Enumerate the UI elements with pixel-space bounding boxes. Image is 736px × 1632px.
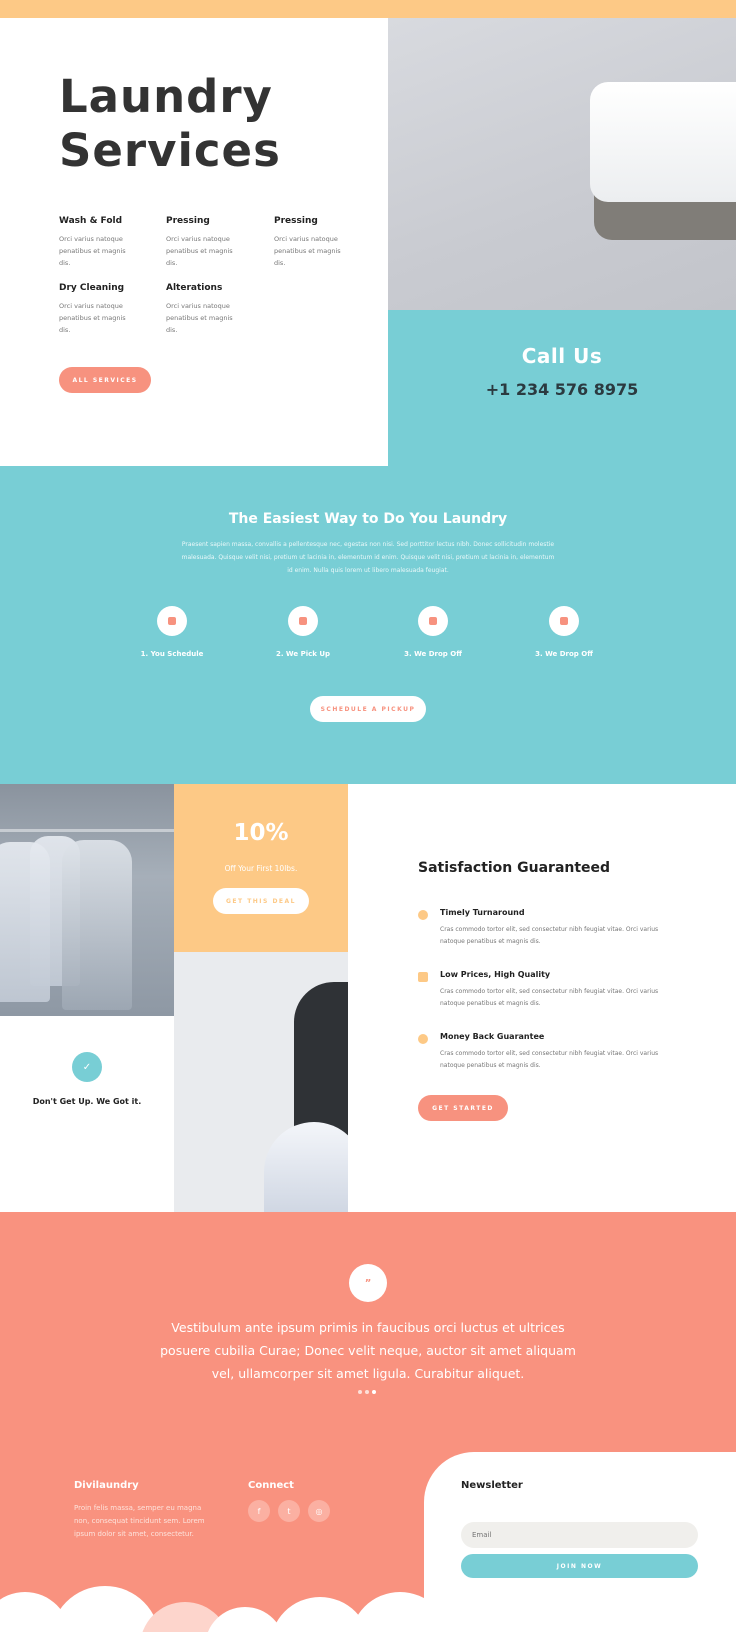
service-item: Dry Cleaning Orci varius natoque penatib… (59, 283, 139, 336)
hero-title-line-2: Services (59, 124, 281, 177)
clothes-rail (0, 829, 174, 832)
service-title: Pressing (166, 216, 210, 226)
garment-bag-image (174, 952, 348, 1212)
service-title: Alterations (166, 283, 223, 293)
service-desc: Orci varius natoque penatibus et magnis … (59, 235, 126, 267)
feature-desc: Cras commodo tortor elit, sed consectetu… (440, 988, 659, 1007)
how-it-works-title: The Easiest Way to Do You Laundry (228, 511, 508, 527)
call-us-title: Call Us (521, 344, 603, 368)
instagram-icon[interactable]: ◎ (308, 1500, 330, 1522)
feature-title: Money Back Guarantee (440, 1032, 545, 1041)
step-label: 1. You Schedule (140, 650, 204, 658)
call-us-panel: Call Us +1 234 576 8975 (388, 310, 736, 466)
twitter-icon[interactable]: t (278, 1500, 300, 1522)
towel-white (590, 82, 736, 202)
check-circle-icon (418, 1034, 428, 1044)
hero-section: Laundry Services Wash & Fold Orci varius… (0, 18, 388, 466)
hanging-clothes-image (0, 784, 174, 1016)
testimonial-section: ” Vestibulum ante ipsum primis in faucib… (0, 1212, 736, 1452)
footer-brand: Divilaundry (74, 1480, 139, 1491)
service-item: Wash & Fold Orci varius natoque penatibu… (59, 216, 139, 269)
get-deal-button[interactable]: GET THIS DEAL (213, 888, 309, 914)
testimonial-text: Vestibulum ante ipsum primis in faucibus… (160, 1320, 576, 1381)
basket-icon (288, 606, 318, 636)
deal-percent: 10% (233, 820, 289, 846)
step-label: 3. We Drop Off (404, 650, 462, 658)
feature-title: Timely Turnaround (440, 908, 525, 917)
how-it-works-section: The Easiest Way to Do You Laundry Praese… (0, 466, 736, 784)
service-desc: Orci varius natoque penatibus et magnis … (166, 302, 233, 334)
newsletter-panel: Newsletter JOIN NOW (424, 1452, 736, 1632)
cloud-decoration (50, 1586, 160, 1632)
deal-panel: 10% Off Your First 10lbs. GET THIS DEAL (174, 784, 348, 952)
hero-title: Laundry Services (59, 70, 281, 178)
email-field[interactable] (461, 1522, 698, 1548)
white-garment (264, 1122, 348, 1212)
step-label: 3. We Drop Off (535, 650, 593, 658)
quote-icon: ” (349, 1264, 387, 1302)
top-accent-bar (0, 0, 736, 18)
slider-dots (358, 1390, 376, 1394)
footer: Divilaundry Proin felis massa, semper eu… (0, 1452, 736, 1632)
all-services-button[interactable]: ALL SERVICES (59, 367, 151, 393)
satisfaction-title: Satisfaction Guaranteed (418, 860, 611, 876)
bag-icon (549, 606, 579, 636)
footer-desc: Proin felis massa, semper eu magna non, … (74, 1504, 205, 1538)
service-title: Dry Cleaning (59, 283, 125, 293)
service-title: Pressing (274, 216, 318, 226)
service-item: Alterations Orci varius natoque penatibu… (166, 283, 246, 336)
service-item: Pressing Orci varius natoque penatibus e… (274, 216, 354, 269)
newsletter-title: Newsletter (461, 1480, 523, 1491)
get-started-button[interactable]: GET STARTED (418, 1095, 508, 1121)
hero-title-line-1: Laundry (59, 70, 273, 123)
step-label: 2. We Pick Up (275, 650, 331, 658)
service-desc: Orci varius natoque penatibus et magnis … (274, 235, 341, 267)
garment-bag (62, 840, 132, 1010)
slider-dot[interactable] (372, 1390, 376, 1394)
promise-panel: ✓ Don't Get Up. We Got it. (0, 1016, 174, 1212)
schedule-pickup-button[interactable]: SCHEDULE A PICKUP (310, 696, 426, 722)
satisfaction-section: Satisfaction Guaranteed Timely Turnaroun… (348, 784, 736, 1212)
deal-subtitle: Off Your First 10lbs. (224, 864, 298, 873)
feature-desc: Cras commodo tortor elit, sed consectetu… (440, 926, 659, 945)
slider-dot[interactable] (358, 1390, 362, 1394)
feature-desc: Cras commodo tortor elit, sed consectetu… (440, 1050, 659, 1069)
service-desc: Orci varius natoque penatibus et magnis … (166, 235, 233, 267)
service-item: Pressing Orci varius natoque penatibus e… (166, 216, 246, 269)
phone-number-link[interactable]: +1 234 576 8975 (388, 380, 736, 399)
check-icon: ✓ (72, 1052, 102, 1082)
service-desc: Orci varius natoque penatibus et magnis … (59, 302, 126, 334)
service-title: Wash & Fold (59, 216, 123, 226)
facebook-icon[interactable]: f (248, 1500, 270, 1522)
tag-icon (418, 972, 428, 982)
bag-icon (418, 606, 448, 636)
how-it-works-text: Praesent sapien massa, convallis a pelle… (181, 541, 555, 574)
calendar-icon (157, 606, 187, 636)
join-now-button[interactable]: JOIN NOW (461, 1554, 698, 1578)
clock-icon (418, 910, 428, 920)
slider-dot[interactable] (365, 1390, 369, 1394)
folded-towels-image (388, 18, 736, 310)
promise-label: Don't Get Up. We Got it. (32, 1097, 142, 1106)
connect-title: Connect (248, 1480, 294, 1491)
feature-title: Low Prices, High Quality (440, 970, 551, 979)
